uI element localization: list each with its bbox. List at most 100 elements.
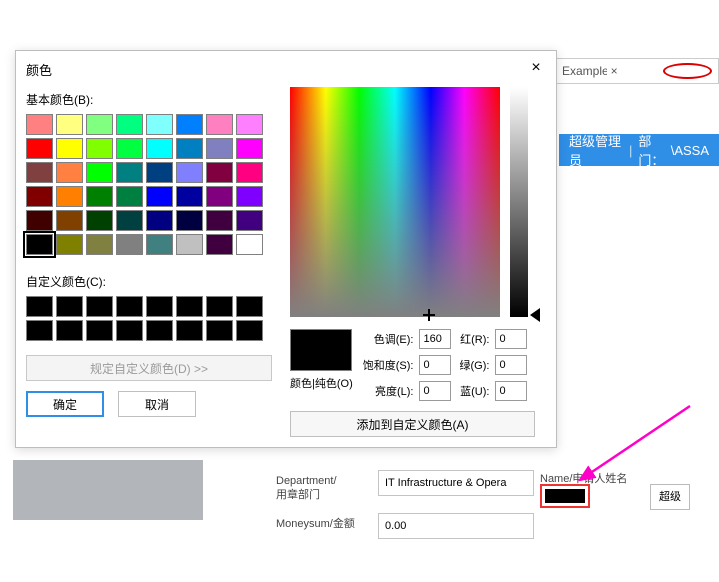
red-label: 红(R):: [459, 331, 489, 347]
basic-color-swatch[interactable]: [86, 162, 113, 183]
custom-color-swatch[interactable]: [146, 296, 173, 317]
basic-color-swatch[interactable]: [236, 114, 263, 135]
custom-color-swatch[interactable]: [56, 296, 83, 317]
basic-color-swatch[interactable]: [56, 210, 83, 231]
basic-color-swatch[interactable]: [116, 162, 143, 183]
basic-color-swatch[interactable]: [236, 162, 263, 183]
basic-color-swatch[interactable]: [176, 114, 203, 135]
custom-color-swatch[interactable]: [236, 320, 263, 341]
basic-color-swatch[interactable]: [86, 186, 113, 207]
sat-input[interactable]: [419, 355, 451, 375]
close-icon[interactable]: ×: [526, 59, 546, 79]
basic-color-swatch[interactable]: [236, 234, 263, 255]
dept-value: \ASSA: [671, 143, 709, 158]
ok-button[interactable]: 确定: [26, 391, 104, 417]
basic-color-swatch[interactable]: [236, 210, 263, 231]
custom-color-swatch[interactable]: [56, 320, 83, 341]
custom-color-swatch[interactable]: [206, 320, 233, 341]
basic-color-swatch[interactable]: [206, 162, 233, 183]
close-icon[interactable]: ×: [607, 64, 660, 78]
color-gradient[interactable]: [290, 87, 500, 317]
slider-thumb-icon[interactable]: [530, 308, 540, 322]
basic-color-grid: [26, 114, 272, 255]
header-bar: 超级管理员 | 部门： \ASSA: [559, 134, 719, 166]
basic-color-swatch[interactable]: [146, 114, 173, 135]
basic-color-swatch[interactable]: [26, 234, 53, 255]
blue-input[interactable]: [495, 381, 527, 401]
basic-color-swatch[interactable]: [116, 210, 143, 231]
lum-input[interactable]: [419, 381, 451, 401]
basic-color-swatch[interactable]: [176, 162, 203, 183]
basic-color-swatch[interactable]: [86, 114, 113, 135]
basic-color-swatch[interactable]: [56, 162, 83, 183]
dept-label: Department/ 用章部门: [270, 470, 378, 507]
basic-color-swatch[interactable]: [146, 234, 173, 255]
basic-color-swatch[interactable]: [26, 162, 53, 183]
basic-color-swatch[interactable]: [116, 186, 143, 207]
basic-color-swatch[interactable]: [56, 186, 83, 207]
custom-color-swatch[interactable]: [206, 296, 233, 317]
basic-color-swatch[interactable]: [116, 114, 143, 135]
custom-color-swatch[interactable]: [86, 296, 113, 317]
preview-label: 颜色|纯色(O): [290, 375, 353, 391]
custom-color-swatch[interactable]: [116, 320, 143, 341]
money-label: Moneysum/金额: [270, 513, 378, 539]
basic-color-swatch[interactable]: [146, 162, 173, 183]
red-input[interactable]: [495, 329, 527, 349]
basic-color-swatch[interactable]: [56, 234, 83, 255]
cancel-button[interactable]: 取消: [118, 391, 196, 417]
basic-color-swatch[interactable]: [86, 138, 113, 159]
custom-color-swatch[interactable]: [176, 320, 203, 341]
basic-colors-label: 基本颜色(B):: [26, 91, 272, 108]
basic-color-swatch[interactable]: [116, 234, 143, 255]
basic-color-swatch[interactable]: [176, 186, 203, 207]
luminance-slider[interactable]: [510, 87, 528, 317]
define-custom-button: 规定自定义颜色(D) >>: [26, 355, 272, 381]
basic-color-swatch[interactable]: [236, 186, 263, 207]
basic-color-swatch[interactable]: [26, 114, 53, 135]
custom-color-swatch[interactable]: [146, 320, 173, 341]
color-dialog: 颜色 × 基本颜色(B): 自定义颜色(C): 规定自定义颜色(D) >> 确定…: [15, 50, 557, 448]
basic-color-swatch[interactable]: [206, 138, 233, 159]
custom-color-swatch[interactable]: [26, 296, 53, 317]
basic-color-swatch[interactable]: [176, 138, 203, 159]
basic-color-swatch[interactable]: [26, 210, 53, 231]
basic-color-swatch[interactable]: [176, 210, 203, 231]
basic-color-swatch[interactable]: [236, 138, 263, 159]
basic-color-swatch[interactable]: [206, 210, 233, 231]
basic-color-swatch[interactable]: [86, 210, 113, 231]
custom-color-swatch[interactable]: [86, 320, 113, 341]
basic-color-swatch[interactable]: [146, 138, 173, 159]
basic-color-swatch[interactable]: [176, 234, 203, 255]
custom-color-swatch[interactable]: [116, 296, 143, 317]
custom-color-grid: [26, 296, 272, 341]
basic-color-swatch[interactable]: [56, 138, 83, 159]
sat-label: 饱和度(S):: [363, 357, 414, 373]
color-preview: [290, 329, 352, 371]
custom-color-swatch[interactable]: [176, 296, 203, 317]
custom-color-swatch[interactable]: [236, 296, 263, 317]
hsv-inputs: 色调(E): 红(R): 饱和度(S): 绿(G): 亮度(L): 蓝(U):: [363, 329, 530, 401]
basic-color-swatch[interactable]: [116, 138, 143, 159]
basic-color-swatch[interactable]: [206, 234, 233, 255]
custom-color-swatch[interactable]: [26, 320, 53, 341]
basic-color-swatch[interactable]: [206, 114, 233, 135]
green-input[interactable]: [495, 355, 527, 375]
titlebar[interactable]: 颜色 ×: [16, 51, 556, 87]
basic-color-swatch[interactable]: [56, 114, 83, 135]
basic-color-swatch[interactable]: [86, 234, 113, 255]
basic-color-swatch[interactable]: [146, 186, 173, 207]
basic-color-swatch[interactable]: [26, 186, 53, 207]
dept-input[interactable]: [378, 470, 534, 496]
right-button[interactable]: 超级: [650, 484, 690, 510]
name-color-preview[interactable]: [540, 484, 590, 508]
basic-color-swatch[interactable]: [206, 186, 233, 207]
crosshair-icon: [423, 309, 435, 321]
basic-color-swatch[interactable]: [26, 138, 53, 159]
hue-input[interactable]: [419, 329, 451, 349]
add-custom-button[interactable]: 添加到自定义颜色(A): [290, 411, 535, 437]
browser-tab[interactable]: Examples - Apac ×: [555, 58, 719, 84]
money-input[interactable]: [378, 513, 534, 539]
basic-color-swatch[interactable]: [146, 210, 173, 231]
dept-prefix: 部门：: [638, 131, 670, 169]
